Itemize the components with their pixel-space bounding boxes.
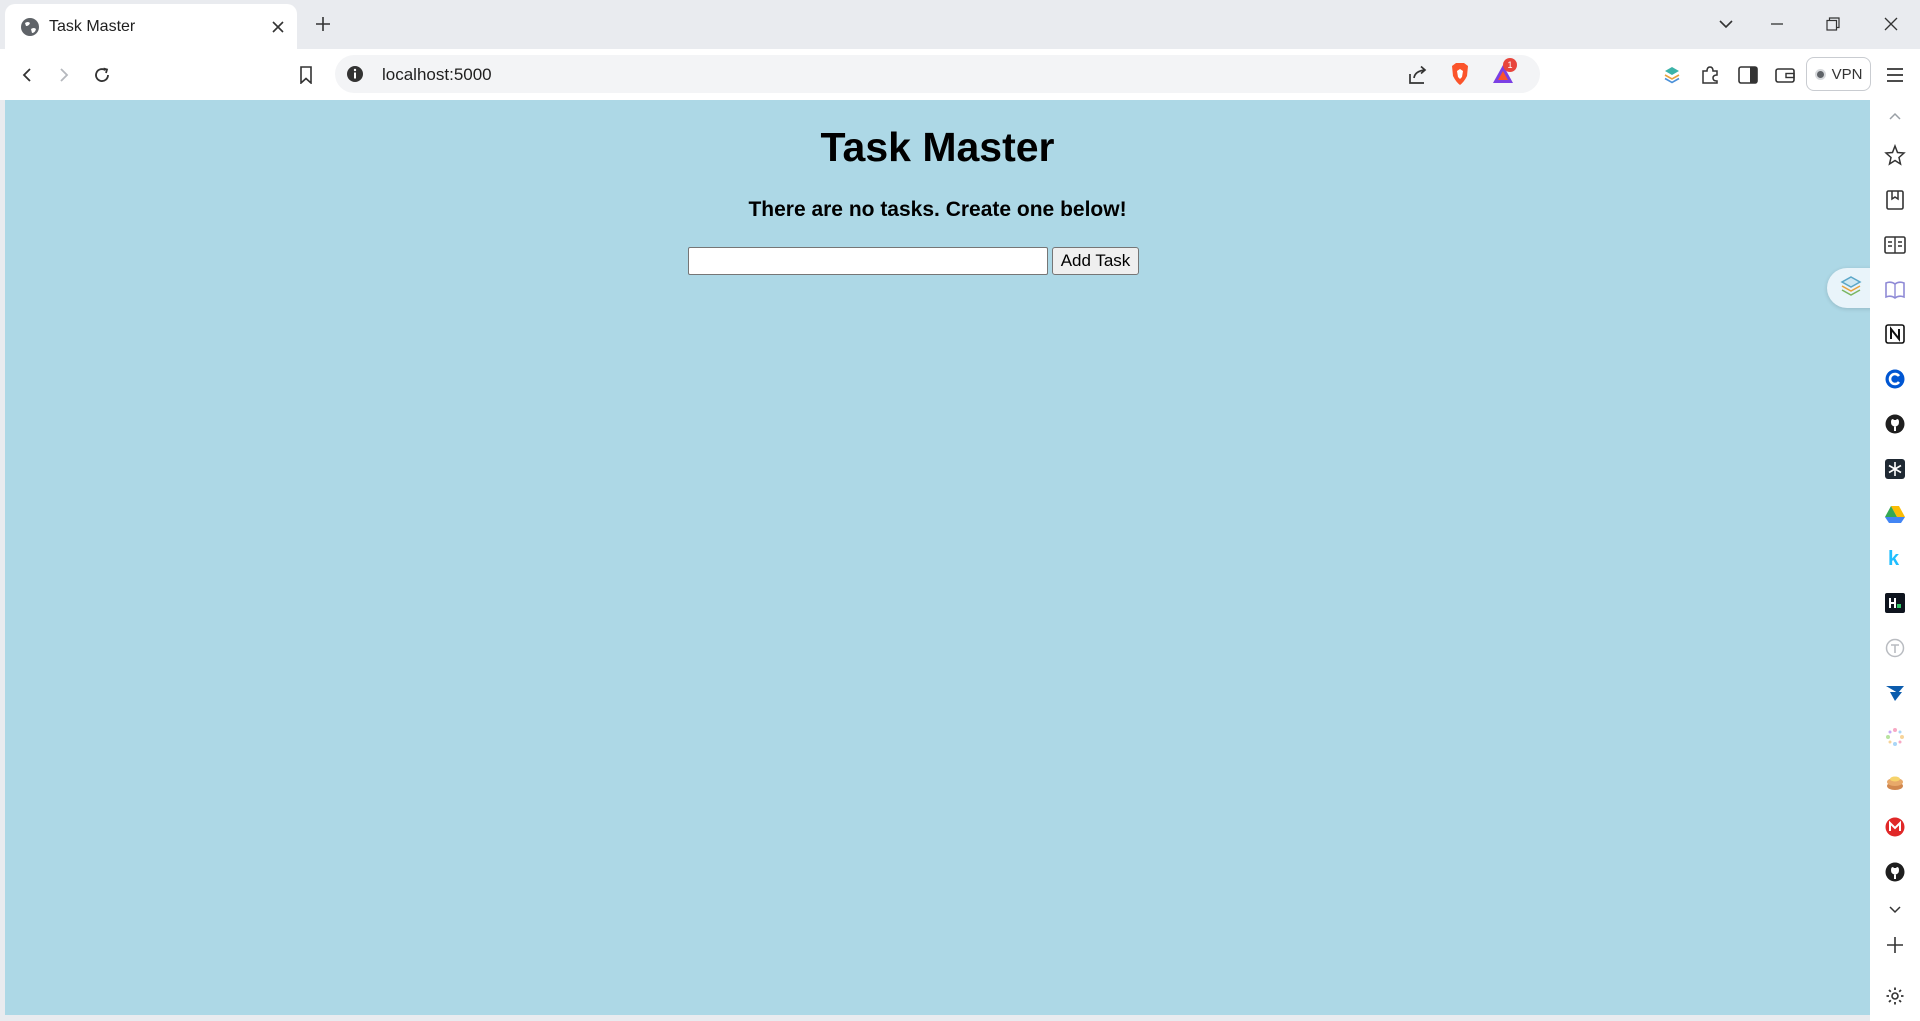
share-icon[interactable]: [1407, 64, 1429, 86]
reload-icon[interactable]: [89, 62, 115, 88]
site-info-icon[interactable]: [346, 65, 364, 83]
google-drive-icon[interactable]: [1883, 502, 1907, 526]
pancake-icon[interactable]: [1883, 770, 1907, 794]
menu-icon[interactable]: [1882, 62, 1908, 88]
minimize-icon[interactable]: [1763, 10, 1791, 38]
sidebar-toggle-icon[interactable]: [1735, 62, 1761, 88]
github-icon[interactable]: [1883, 412, 1907, 436]
browser-toolbar: localhost:5000 1 VPN: [0, 49, 1920, 100]
restore-icon[interactable]: [1819, 10, 1847, 38]
page-viewport: Task Master There are no tasks. Create o…: [5, 100, 1875, 1015]
right-sidebar: k: [1870, 100, 1920, 1021]
new-tab-icon[interactable]: [311, 12, 335, 36]
gmail-icon[interactable]: [1883, 815, 1907, 839]
url-text: localhost:5000: [382, 65, 492, 84]
floating-extension-button[interactable]: [1827, 268, 1875, 308]
back-icon[interactable]: [14, 62, 40, 88]
vpn-label: VPN: [1831, 65, 1863, 83]
window-bottom-edge: [0, 1015, 1870, 1021]
typing-icon[interactable]: [1883, 636, 1907, 660]
svg-text:k: k: [1888, 548, 1900, 568]
close-window-icon[interactable]: [1877, 10, 1905, 38]
settings-icon[interactable]: [1883, 984, 1907, 1008]
close-tab-icon[interactable]: [267, 16, 289, 38]
reading-list-icon[interactable]: [1883, 233, 1907, 257]
address-bar[interactable]: localhost:5000 1: [335, 55, 1540, 93]
snowflake-icon[interactable]: [1883, 457, 1907, 481]
tab-search-chevron-icon[interactable]: [1712, 10, 1740, 38]
wallet-icon[interactable]: [1772, 62, 1798, 88]
extension-icon[interactable]: [1659, 62, 1685, 88]
brave-shields-icon[interactable]: [1449, 62, 1471, 86]
page-title: Task Master: [820, 124, 1055, 170]
tab-strip: Task Master: [0, 0, 1920, 49]
rewards-badge: 1: [1503, 58, 1517, 72]
task-input[interactable]: [688, 247, 1048, 275]
vpn-button[interactable]: VPN: [1806, 57, 1871, 91]
learning-icon[interactable]: [1883, 278, 1907, 302]
globe-icon: [20, 17, 40, 37]
extensions-puzzle-icon[interactable]: [1697, 62, 1723, 88]
add-task-button[interactable]: Add Task: [1052, 247, 1139, 275]
bookmark-icon[interactable]: [293, 62, 319, 88]
cursor-icon[interactable]: [1883, 681, 1907, 705]
github-icon-2[interactable]: [1883, 860, 1907, 884]
vpn-status-icon: [1814, 68, 1826, 80]
extension-layers-icon: [1840, 275, 1862, 302]
tab-task-master[interactable]: Task Master: [5, 4, 297, 49]
add-icon[interactable]: [1883, 933, 1907, 957]
star-spark-icon[interactable]: [1883, 143, 1907, 167]
tab-title: Task Master: [49, 18, 136, 35]
notion-icon[interactable]: [1883, 322, 1907, 346]
sparkle-icon[interactable]: [1883, 725, 1907, 749]
chevron-down-icon[interactable]: [1883, 898, 1907, 922]
kaggle-icon[interactable]: k: [1883, 546, 1907, 570]
empty-state-message: There are no tasks. Create one below!: [748, 198, 1127, 221]
forward-icon[interactable]: [51, 62, 77, 88]
bookmarks-icon[interactable]: [1883, 188, 1907, 212]
hackerrank-icon[interactable]: [1883, 591, 1907, 615]
chevron-up-icon[interactable]: [1883, 104, 1907, 128]
coursera-icon[interactable]: [1883, 367, 1907, 391]
